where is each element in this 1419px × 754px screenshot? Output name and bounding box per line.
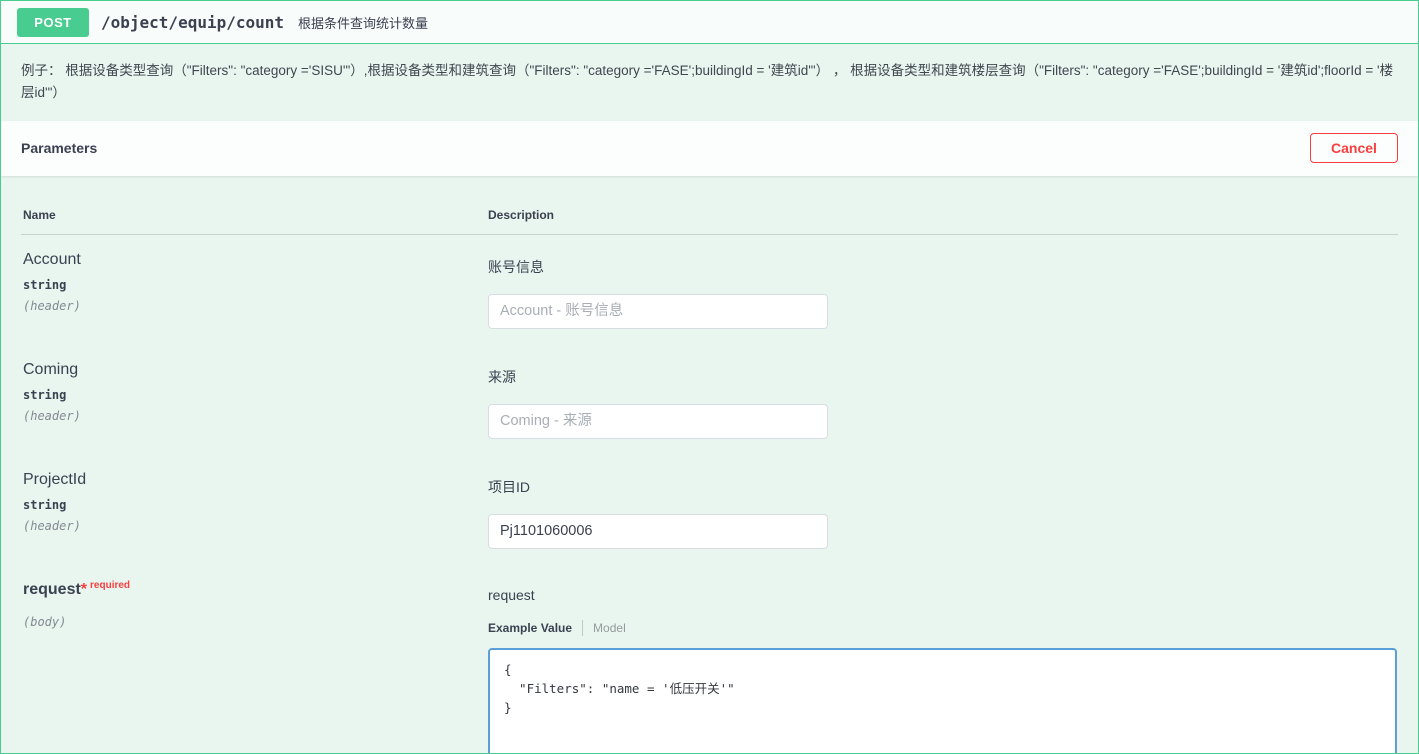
param-description: request xyxy=(488,587,1398,603)
param-location: (body) xyxy=(23,615,488,629)
operation-summary-text: 根据条件查询统计数量 xyxy=(298,13,428,32)
param-type: string xyxy=(23,388,488,402)
method-badge: POST xyxy=(17,8,89,37)
param-description-cell: 项目ID xyxy=(488,471,1398,565)
operation-path: /object/equip/count xyxy=(101,13,284,32)
tab-model[interactable]: Model xyxy=(593,621,626,635)
request-body-editor[interactable]: { "Filters": "name = '低压开关'" } xyxy=(488,648,1397,754)
required-label: required xyxy=(87,580,130,591)
param-description-cell: request Example Value Model { "Filters":… xyxy=(488,581,1398,754)
param-name: Account xyxy=(23,251,488,269)
coming-input[interactable] xyxy=(488,404,828,439)
param-type: string xyxy=(23,498,488,512)
param-location: (header) xyxy=(23,409,488,423)
opblock-post: POST /object/equip/count 根据条件查询统计数量 例子： … xyxy=(0,0,1419,754)
param-name-cell: request*required (body) xyxy=(23,581,488,754)
param-name-cell: ProjectId string (header) xyxy=(23,471,488,565)
param-description-cell: 账号信息 xyxy=(488,251,1398,345)
table-row: ProjectId string (header) 项目ID xyxy=(21,455,1398,565)
param-description-cell: 来源 xyxy=(488,361,1398,455)
param-description: 项目ID xyxy=(488,477,1398,497)
param-description: 账号信息 xyxy=(488,257,1398,277)
parameters-table: Name Description Account string (header)… xyxy=(1,176,1418,754)
column-header-description: Description xyxy=(488,208,1398,222)
parameters-table-header: Name Description xyxy=(21,192,1398,235)
param-name: ProjectId xyxy=(23,471,488,489)
param-type: string xyxy=(23,278,488,292)
tab-divider xyxy=(582,620,583,636)
param-name: request*required xyxy=(23,581,488,599)
param-location: (header) xyxy=(23,299,488,313)
table-row: Coming string (header) 来源 xyxy=(21,345,1398,455)
table-row: request*required (body) request Example … xyxy=(21,565,1398,754)
parameters-title: Parameters xyxy=(21,140,97,156)
param-location: (header) xyxy=(23,519,488,533)
parameters-section-header: Parameters Cancel xyxy=(1,121,1418,176)
tab-example-value[interactable]: Example Value xyxy=(488,621,572,635)
param-name-cell: Coming string (header) xyxy=(23,361,488,455)
param-name-cell: Account string (header) xyxy=(23,251,488,345)
param-description: 来源 xyxy=(488,367,1398,387)
operation-description: 例子： 根据设备类型查询（"Filters": "category ='SISU… xyxy=(1,44,1418,121)
model-example-tabs: Example Value Model xyxy=(488,620,1398,636)
cancel-button[interactable]: Cancel xyxy=(1310,133,1398,163)
projectid-input[interactable] xyxy=(488,514,828,549)
table-row: Account string (header) 账号信息 xyxy=(21,235,1398,345)
param-name: Coming xyxy=(23,361,488,379)
operation-summary-bar[interactable]: POST /object/equip/count 根据条件查询统计数量 xyxy=(1,1,1418,44)
account-input[interactable] xyxy=(488,294,828,329)
column-header-name: Name xyxy=(23,208,488,222)
